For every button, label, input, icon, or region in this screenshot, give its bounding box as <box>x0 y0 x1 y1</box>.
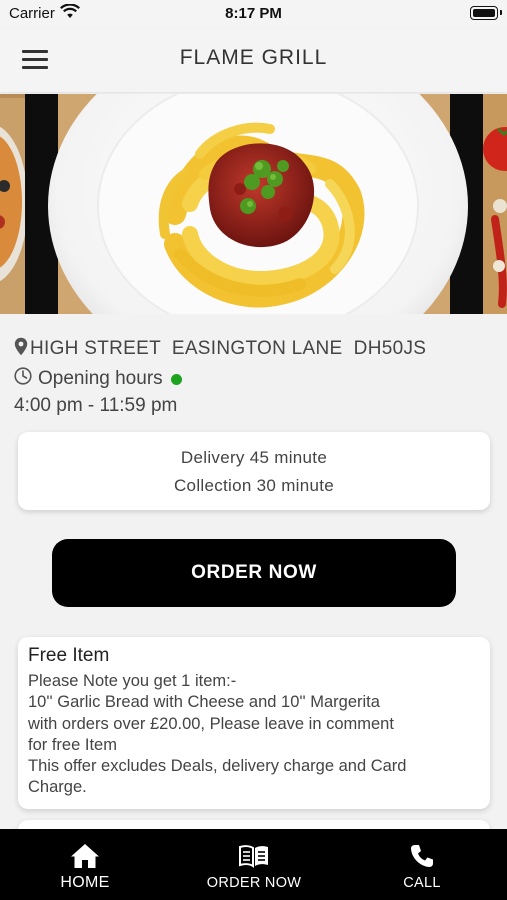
offer-line: for free Item <box>28 735 117 754</box>
offer-title: Free Item <box>28 645 110 666</box>
menu-book-icon <box>238 843 270 869</box>
restaurant-info: HIGH STREET EASINGTON LANE DH50JS Openin… <box>14 336 494 421</box>
clock-icon <box>14 367 32 391</box>
open-status-indicator <box>170 373 182 385</box>
collection-time: Collection 30 minute <box>173 476 335 495</box>
app-header: FLAME GRILL <box>0 28 507 92</box>
opening-hours-row: Opening hours <box>14 366 494 392</box>
order-now-button[interactable]: ORDER NOW <box>52 539 456 607</box>
offer-description: Please Note you get 1 item:- 10'' Garlic… <box>28 671 480 799</box>
tab-call[interactable]: CALL <box>382 829 462 900</box>
delivery-time: Delivery 45 minute <box>180 448 328 467</box>
delivery-times-card: Delivery 45 minute Collection 30 minute <box>18 432 490 510</box>
tab-home-label: HOME <box>60 874 110 891</box>
tab-call-label: CALL <box>403 875 441 891</box>
offer-line: This offer excludes Deals, delivery char… <box>28 757 407 776</box>
status-bar: Carrier 8:17 PM <box>0 0 507 28</box>
bottom-tab-bar: HOME ORDER NOW CALL <box>0 829 507 900</box>
location-pin-icon <box>14 337 28 362</box>
page-title: FLAME GRILL <box>179 46 328 69</box>
clock-time: 8:17 PM <box>225 5 282 22</box>
home-icon <box>70 843 100 869</box>
tab-order-now[interactable]: ORDER NOW <box>194 829 314 900</box>
phone-icon <box>409 843 435 869</box>
pasta-dish-photo <box>0 94 507 314</box>
tab-order-now-label: ORDER NOW <box>206 875 302 891</box>
free-item-offer-card: Free Item Please Note you get 1 item:- 1… <box>18 637 490 809</box>
address-row: HIGH STREET EASINGTON LANE DH50JS <box>14 336 494 362</box>
offer-line: 10'' Garlic Bread with Cheese and 10'' M… <box>28 693 380 712</box>
opening-hours-time: 4:00 pm - 11:59 pm <box>14 395 178 416</box>
offer-line: Charge. <box>28 778 87 797</box>
battery-icon <box>470 6 502 20</box>
tab-home[interactable]: HOME <box>40 829 130 900</box>
hero-banner <box>0 94 507 314</box>
offer-line: with orders over £20.00, Please leave in… <box>28 714 394 733</box>
opening-hours-label: Opening hours <box>38 368 163 389</box>
address-text: HIGH STREET EASINGTON LANE DH50JS <box>30 338 427 359</box>
offer-line: Please Note you get 1 item:- <box>28 672 237 690</box>
